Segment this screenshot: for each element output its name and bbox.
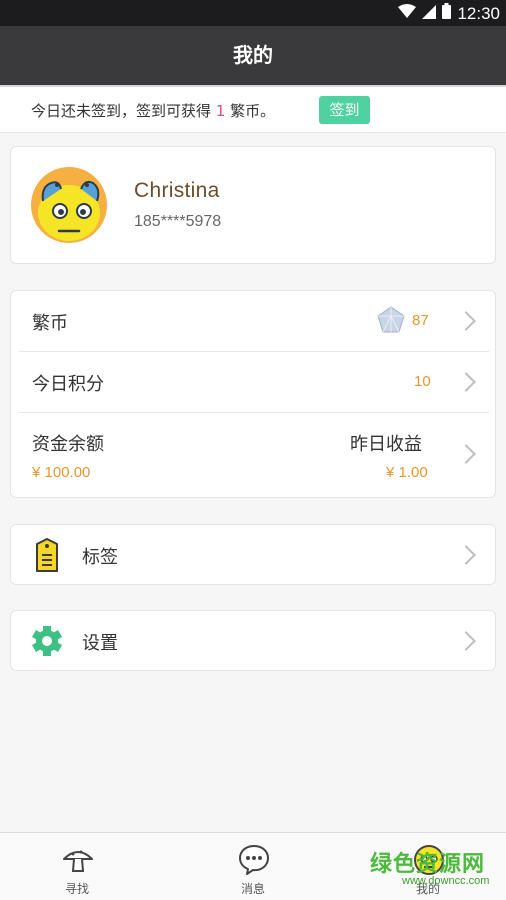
clock: 12:30 [457,3,500,23]
profile-card[interactable]: Christina 185****5978 [10,146,496,264]
tab-label: 寻找 [64,882,89,896]
coins-label: 繁币 [32,313,68,334]
menu-item-settings[interactable]: 设置 [10,610,496,671]
chat-bubble-icon [239,845,269,875]
signal-icon [422,4,437,24]
chevron-right-icon [456,631,476,651]
menu-item-tags[interactable]: 标签 [10,524,496,585]
points-row[interactable]: 今日积分 10 [19,352,489,413]
chevron-right-icon [456,545,476,565]
gear-icon [31,624,63,658]
signin-coin-amount: 1 [215,102,226,120]
diamond-icon [377,306,405,338]
watermark-url: www.downcc.com [402,875,490,887]
tag-icon [31,538,63,572]
wifi-icon [398,3,417,24]
balance-value: ¥ 100.00 [32,464,91,481]
tab-label: 消息 [240,882,265,896]
balance-label: 资金余额 [32,434,104,455]
tab-messages[interactable]: 消息 [203,833,303,900]
balance-row[interactable]: 资金余额 ¥ 100.00 昨日收益 ¥ 1.00 [19,413,489,497]
chevron-right-icon [456,311,476,331]
menu-item-label: 设置 [82,633,118,654]
signin-button[interactable]: 签到 [319,96,370,124]
watermark: 绿色资源网 www.downcc.com [370,846,489,887]
avatar[interactable] [31,167,107,243]
mushroom-icon [63,850,93,872]
chevron-right-icon [456,372,476,392]
points-value: 10 [414,373,431,390]
menu-item-label: 标签 [82,547,118,568]
status-bar: 12:30 [0,0,506,26]
stats-card: 繁币 87 今日积分 10 资金余额 ¥ 100.00 昨日收益 ¥ 1.00 [10,290,496,498]
tab-find[interactable]: 寻找 [27,833,127,900]
signin-text: 今日还未签到，签到可获得 1 繁币。 [31,102,276,120]
chevron-right-icon [456,444,476,464]
battery-icon [442,3,452,24]
yesterday-earnings-label: 昨日收益 [350,434,422,455]
watermark-brand: 绿色资源网 [370,852,486,877]
page-title: 我的 [0,26,506,85]
coins-value: 87 [412,312,429,329]
coins-row[interactable]: 繁币 87 [19,291,489,352]
signin-banner: 今日还未签到，签到可获得 1 繁币。 签到 [0,85,506,133]
yesterday-earnings-value: ¥ 1.00 [386,464,428,481]
user-phone: 185****5978 [134,213,222,230]
points-label: 今日积分 [32,374,104,395]
user-name: Christina [134,179,220,202]
